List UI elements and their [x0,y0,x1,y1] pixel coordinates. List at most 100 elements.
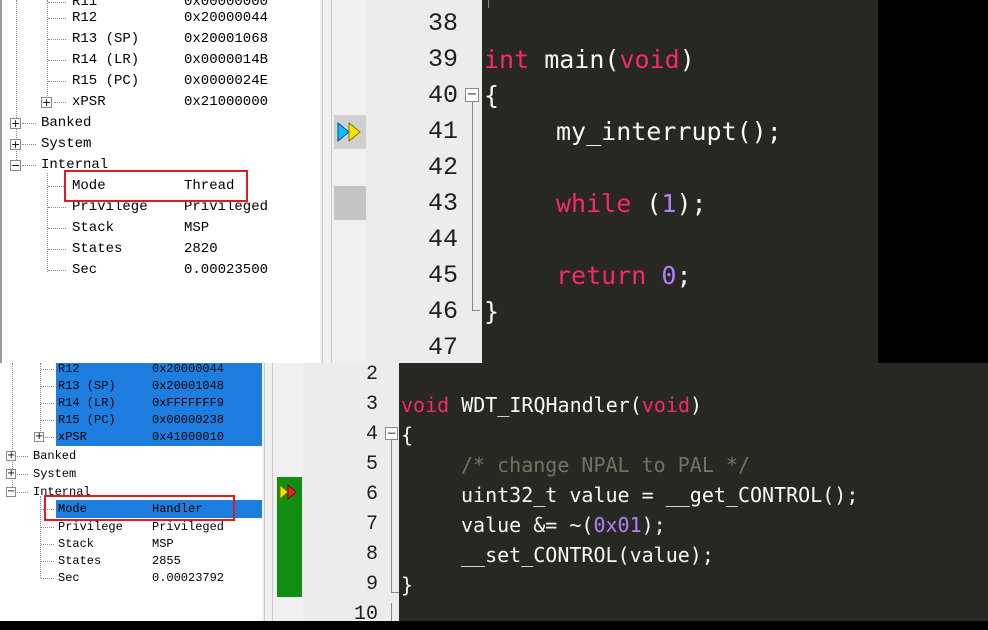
line-number: 45 [427,261,458,290]
line-number: 39 [427,45,458,74]
internal-name: Stack [58,537,95,551]
register-row[interactable]: R14 (LR) 0x0000014B [0,50,320,71]
code-line: { [484,81,500,110]
register-name: R14 (LR) [72,52,140,68]
group-label: System [33,467,77,481]
group-label: Banked [33,449,77,463]
fold-minus-icon[interactable]: − [465,88,479,102]
internal-row[interactable]: Stack MSP [0,218,320,239]
fold-minus-icon[interactable]: − [385,427,398,440]
internal-row[interactable]: Sec 0.00023500 [0,260,320,281]
internal-row[interactable]: States 2855 [0,552,262,570]
mode-highlight-box [64,170,248,202]
collapse-minus-icon[interactable]: − [6,487,16,497]
code-line: void WDT_IRQHandler(void) [401,393,703,417]
bottom-line-number-gutter: 2 3 4 5 6 7 8 9 10 − [303,363,399,626]
code-position-marker [334,186,366,220]
line-number: 8 [365,543,378,566]
line-number: 4 [365,423,378,446]
line-number: 38 [427,9,458,38]
register-value: 0xFFFFFFF9 [152,396,225,410]
internal-value: 2820 [184,241,218,257]
expand-plus-icon[interactable]: + [41,97,52,108]
internal-value: MSP [184,220,210,236]
register-name: R15 (PC) [58,413,116,427]
internal-name: Sec [72,262,98,278]
internal-row[interactable]: Stack MSP [0,535,262,553]
register-row[interactable]: R12 0x20000044 [0,363,262,378]
top-code-editor[interactable]: int main(void) { my_interrupt(); while (… [482,0,878,363]
internal-name: Stack [72,220,115,236]
expand-plus-icon[interactable]: + [10,118,21,129]
expand-plus-icon[interactable]: + [6,451,16,461]
register-row[interactable]: R13 (SP) 0x20001048 [0,377,262,395]
line-number: 41 [427,117,458,146]
register-row[interactable]: R15 (PC) 0x0000024E [0,71,320,92]
register-row[interactable]: R15 (PC) 0x00000238 [0,411,262,429]
group-label: Banked [41,115,92,131]
code-line: value &= ~(0x01); [461,513,666,537]
expand-plus-icon[interactable]: + [34,432,44,442]
register-name: R13 (SP) [58,379,116,393]
line-number: 7 [365,513,378,536]
register-row-xpsr[interactable]: + xPSR 0x41000010 [0,428,262,446]
register-value: 0x41000010 [152,430,225,444]
tree-group-system[interactable]: + System [0,465,262,483]
line-number: 40 [427,81,458,110]
code-line: uint32_t value = __get_CONTROL(); [461,483,859,507]
bottom-register-tree: R12 0x20000044 R13 (SP) 0x20001048 R14 (… [0,363,262,621]
expand-plus-icon[interactable]: + [6,469,16,479]
code-line: my_interrupt(); [556,117,782,146]
line-number: 10 [353,603,378,626]
expand-plus-icon[interactable]: + [10,139,21,150]
bottom-breakpoint-margin[interactable] [276,363,303,621]
collapse-minus-icon[interactable]: − [10,160,21,171]
current-line-arrow-icon [279,484,297,500]
register-name: xPSR [72,94,106,110]
register-value: 0x20001048 [152,379,225,393]
register-row-xpsr[interactable]: + xPSR 0x21000000 [0,92,320,113]
line-number: 3 [365,393,378,416]
top-breakpoint-margin[interactable] [334,0,366,363]
register-name: R13 (SP) [72,31,140,47]
register-value: 0x00000238 [152,413,225,427]
line-number: 6 [365,483,378,506]
register-name: R14 (LR) [58,396,116,410]
bottom-code-editor[interactable]: void WDT_IRQHandler(void) { /* change NP… [399,363,988,621]
register-name: R12 [58,363,80,376]
tree-group-banked[interactable]: + Banked [0,447,262,465]
register-value: 0x0000024E [184,73,269,89]
line-number: 44 [427,225,458,254]
line-number: 47 [427,333,458,362]
tree-group-system[interactable]: + System [0,134,320,155]
register-row[interactable]: R13 (SP) 0x20001068 [0,29,320,50]
internal-value: 0.00023500 [184,262,269,278]
current-line-arrow-icon [337,121,361,143]
register-value: 0x21000000 [184,94,269,110]
register-value: 0x20000044 [184,10,269,26]
group-label: System [41,136,92,152]
register-name: R15 (PC) [72,73,140,89]
register-name: R12 [72,10,98,26]
mode-highlight-box [44,495,235,521]
internal-row[interactable]: States 2820 [0,239,320,260]
code-line: /* change NPAL to PAL */ [461,453,750,477]
top-line-number-gutter: 38 39 40 41 42 43 44 45 46 47 − [366,0,482,363]
code-line: while (1); [556,189,707,218]
line-number: 2 [365,363,378,386]
code-line: { [401,423,414,447]
line-number: 9 [365,573,378,596]
internal-name: States [72,241,123,257]
line-number: 5 [365,453,378,476]
internal-row[interactable]: Sec 0.00023792 [0,569,262,587]
register-row[interactable]: R12 0x20000044 [0,8,320,29]
register-row[interactable]: R14 (LR) 0xFFFFFFF9 [0,394,262,412]
register-value: 0x0000014B [184,52,269,68]
code-line: __set_CONTROL(value); [461,543,714,567]
register-value: 0x20000044 [152,363,225,376]
internal-name: Sec [58,571,80,585]
tree-group-banked[interactable]: + Banked [0,113,320,134]
internal-value: MSP [152,537,174,551]
line-number: 42 [427,153,458,182]
register-name: xPSR [58,430,87,444]
